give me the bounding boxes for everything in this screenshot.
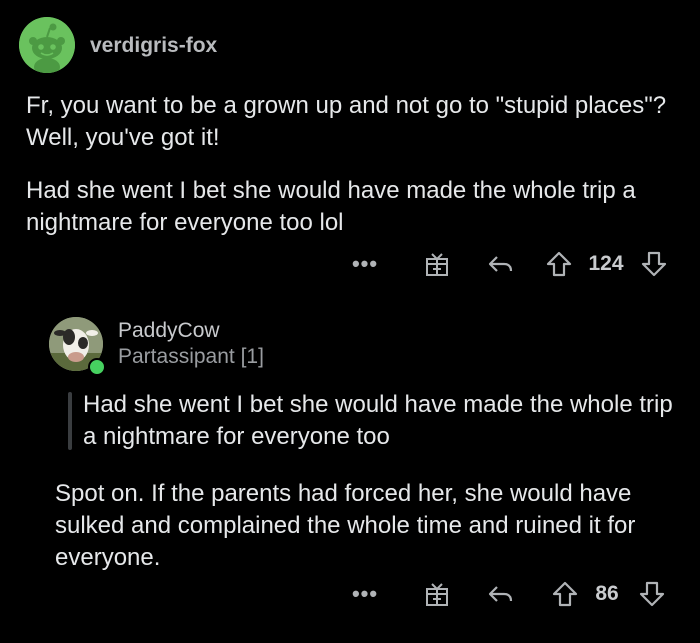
reply-reply-button[interactable]	[484, 578, 516, 610]
comment-paragraph-1: Fr, you want to be a grown up and not go…	[26, 92, 667, 151]
snoo-avatar-icon	[19, 17, 75, 73]
award-icon	[426, 253, 448, 276]
upvote-icon	[546, 251, 572, 277]
quoted-text: Had she went I bet she would have made t…	[83, 391, 673, 450]
downvote-button[interactable]	[638, 248, 670, 280]
upvote-button[interactable]	[543, 248, 575, 280]
reply-button[interactable]	[484, 248, 516, 280]
more-button[interactable]: •••	[350, 250, 380, 278]
reply-username[interactable]: PaddyCow	[118, 319, 220, 343]
reply-upvote-button[interactable]	[549, 578, 581, 610]
quote-bar	[68, 392, 72, 450]
reply-more-button[interactable]: •••	[350, 580, 380, 608]
user-flair: Partassipant [1]	[118, 345, 264, 368]
downvote-icon	[639, 581, 665, 607]
user-avatar[interactable]	[19, 17, 75, 73]
award-button[interactable]	[421, 248, 453, 280]
award-icon	[426, 583, 448, 606]
reply-body: Spot on. If the parents had forced her, …	[55, 480, 636, 571]
more-icon: •••	[351, 251, 379, 276]
upvote-icon	[552, 581, 578, 607]
more-icon: •••	[351, 581, 379, 606]
downvote-icon	[641, 251, 667, 277]
online-status-icon	[88, 358, 106, 376]
reply-award-button[interactable]	[421, 578, 453, 610]
reply-icon	[488, 586, 513, 602]
reply-vote-score: 86	[595, 582, 619, 605]
reply-icon	[488, 256, 513, 272]
reply-downvote-button[interactable]	[636, 578, 668, 610]
comment-paragraph-2: Had she went I bet she would have made t…	[26, 177, 636, 236]
comment-username[interactable]: verdigris-fox	[90, 34, 217, 58]
vote-score: 124	[588, 252, 624, 275]
